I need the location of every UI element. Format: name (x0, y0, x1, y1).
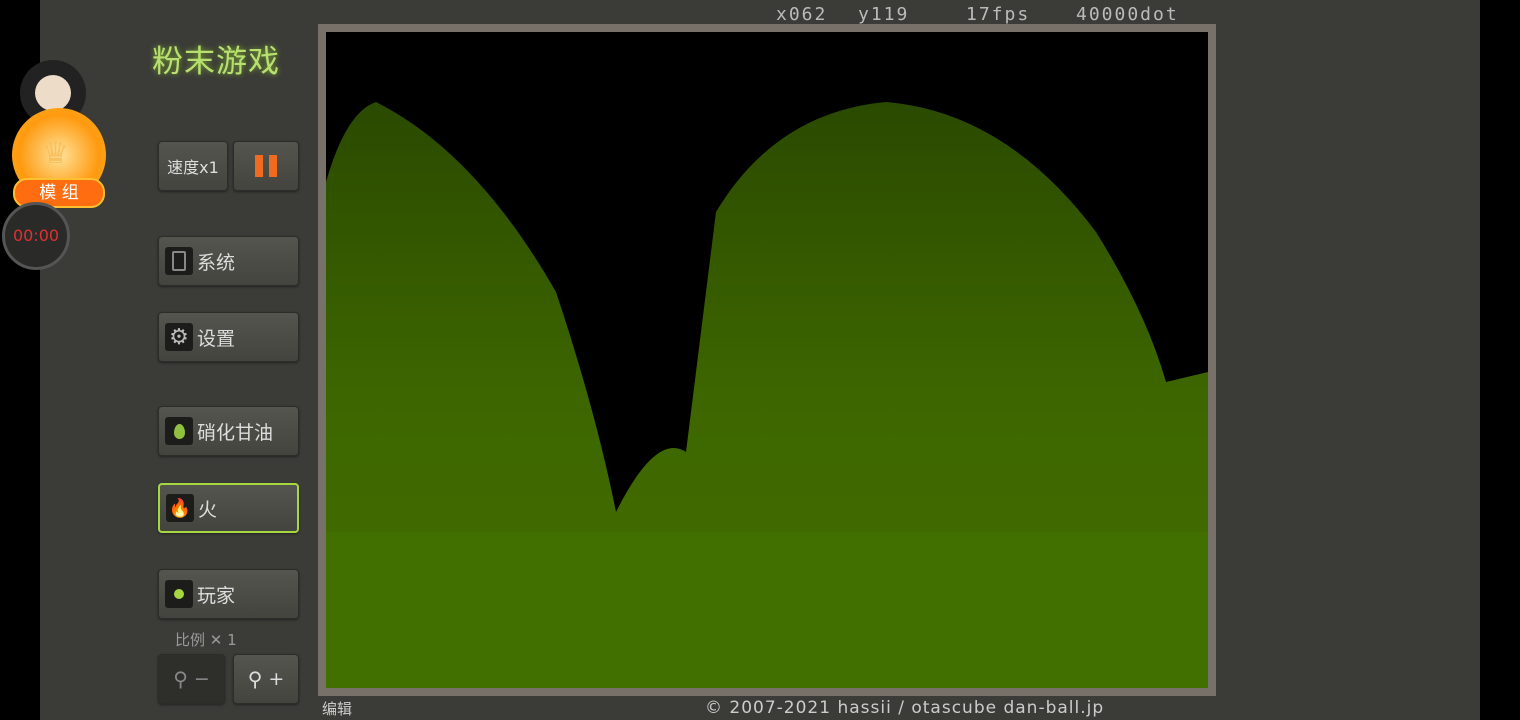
element-label: 玩家 (197, 584, 236, 607)
system-label: 系统 (197, 251, 236, 274)
pause-button[interactable] (233, 141, 299, 191)
gear-icon: ⚙ (165, 323, 193, 351)
fire-icon: 🔥 (166, 494, 194, 522)
speed-button[interactable]: 速度x1 (158, 141, 228, 191)
timer: 00:00 (2, 202, 70, 270)
pause-icon (255, 155, 277, 177)
powder-canvas[interactable] (326, 32, 1208, 688)
element-label: 火 (198, 498, 218, 521)
element-label: 硝化甘油 (197, 421, 274, 444)
magnifier-icon: ⚲ (173, 667, 188, 691)
powder-ground (326, 532, 1208, 688)
edit-link[interactable]: 编辑 (322, 698, 352, 719)
fps-readout: 17fps (966, 4, 1031, 25)
magnifier-icon: ⚲ (247, 667, 263, 691)
element-player-button[interactable]: 玩家 (158, 569, 299, 619)
system-button[interactable]: 系统 (158, 236, 299, 286)
game-title: 粉末游戏 (152, 44, 280, 80)
zoom-out-label: − (193, 668, 210, 690)
canvas-frame (318, 24, 1216, 696)
element-nitroglycerin-button[interactable]: 硝化甘油 (158, 406, 299, 456)
zoom-out-button[interactable]: ⚲ − (158, 654, 225, 704)
element-fire-button[interactable]: 🔥 火 (158, 483, 299, 533)
zoom-in-button[interactable]: ⚲ + (233, 654, 299, 704)
powder-scene (326, 102, 1208, 688)
settings-button[interactable]: ⚙ 设置 (158, 312, 299, 362)
copyright: © 2007-2021 hassii / otascube dan-ball.j… (705, 698, 1105, 718)
zoom-in-label: + (268, 668, 285, 690)
cursor-y: y119 (858, 4, 910, 25)
player-dot-icon (165, 580, 193, 608)
droplet-icon (165, 417, 193, 445)
settings-label: 设置 (197, 327, 236, 350)
scale-label: 比例 ✕ 1 (175, 631, 237, 649)
tablet-icon (165, 247, 193, 275)
game-app: 粉末游戏 速度x1 系统 ⚙ 设置 硝化甘油 🔥 火 玩家 比例 ✕ 1 ⚲ −… (40, 0, 1480, 720)
cursor-x: x062 (776, 4, 828, 25)
dot-count: 40000dot (1076, 4, 1179, 25)
